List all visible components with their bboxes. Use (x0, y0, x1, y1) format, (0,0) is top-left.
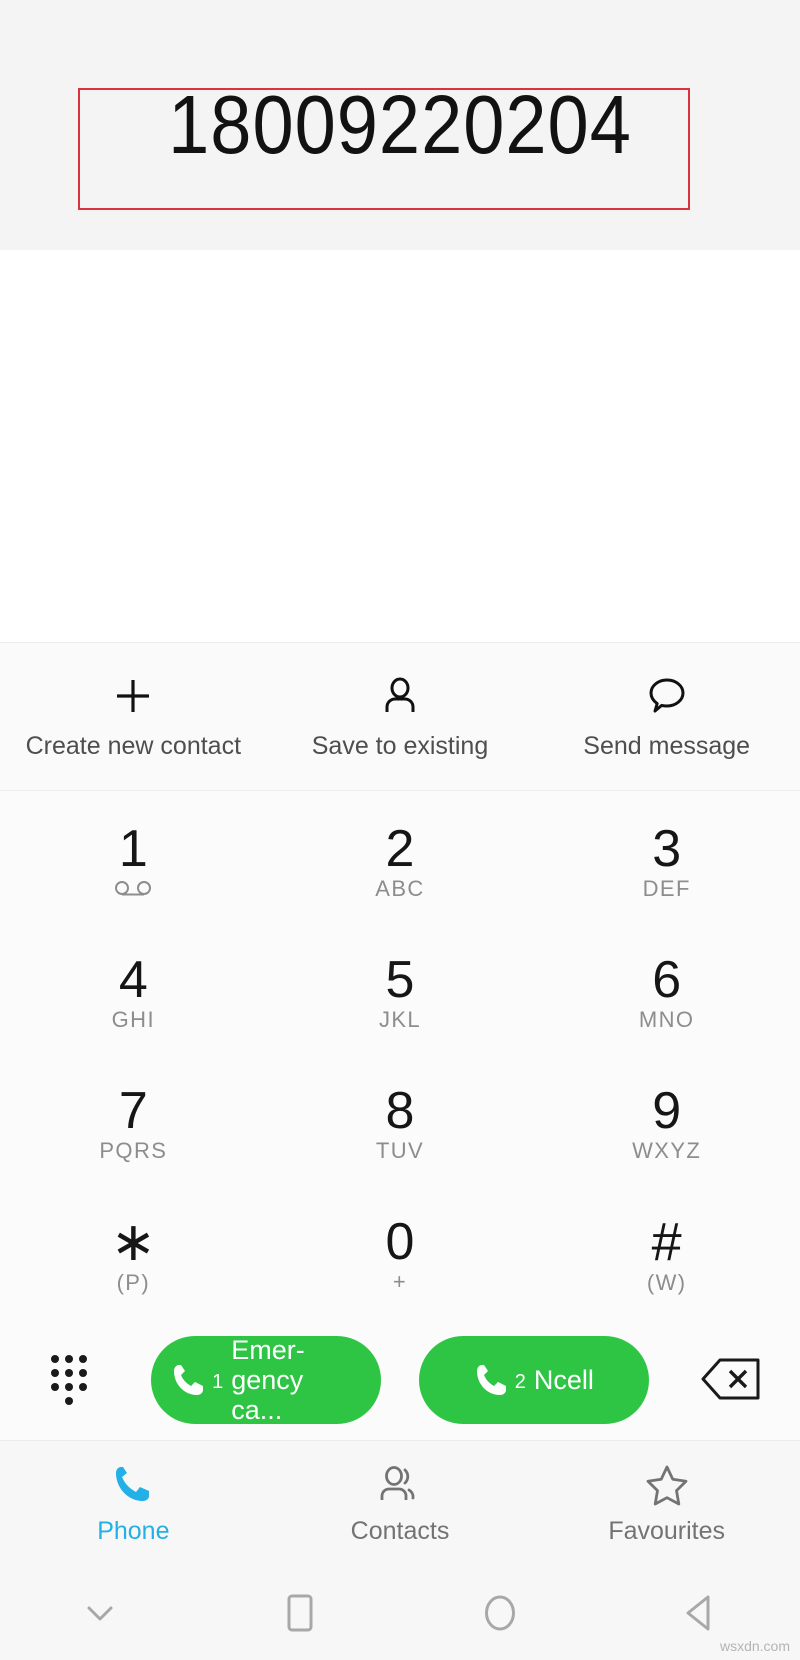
keypad-key-0[interactable]: 0 + (267, 1189, 534, 1320)
keypad-letters: (P) (116, 1269, 151, 1295)
keypad-letters: WXYZ (632, 1137, 702, 1163)
dialed-number: 18009220204 (168, 77, 632, 171)
keypad-key-1[interactable]: 1 (0, 797, 267, 928)
dialer-screen: 18009220204 Create new contact Save to e… (0, 0, 800, 1660)
sim-number-1: 1 (212, 1371, 224, 1393)
call-button-sim2-label: Ncell (533, 1364, 594, 1395)
delete-button[interactable] (688, 1356, 774, 1405)
recents-button[interactable] (200, 1592, 400, 1637)
circle-home-icon (479, 1592, 521, 1637)
bottom-tab-bar: Phone Contacts Favourites (0, 1440, 800, 1568)
phone-handset-icon (475, 1361, 511, 1399)
phone-icon (112, 1463, 154, 1507)
call-button-sim1[interactable]: 1 Emer-gency ca... (150, 1334, 381, 1426)
keypad-digit: 2 (385, 820, 415, 879)
tab-phone-label: Phone (97, 1517, 170, 1545)
keypad-digit: 9 (652, 1081, 682, 1140)
keypad-key-2[interactable]: 2 ABC (267, 797, 534, 928)
keypad-digit: 6 (652, 951, 682, 1010)
keypad-key-3[interactable]: 3 DEF (533, 797, 800, 928)
triangle-back-icon (680, 1592, 720, 1637)
keypad-key-6[interactable]: 6 MNO (533, 928, 800, 1059)
keypad-key-7[interactable]: 7 PQRS (0, 1059, 267, 1190)
keypad-row: ∗ (P) 0 + # (W) (0, 1189, 800, 1320)
keypad-letters: (W) (646, 1269, 687, 1295)
keypad-letters: DEF (642, 876, 691, 902)
keypad-letters: TUV (375, 1137, 425, 1163)
call-button-sim1-label: Emer-gency ca... (231, 1334, 305, 1426)
keypad-digit: ∗ (110, 1211, 156, 1272)
back-button[interactable] (600, 1592, 800, 1637)
sim-number-2: 2 (514, 1371, 526, 1393)
keypad-key-4[interactable]: 4 GHI (0, 928, 267, 1059)
chevron-down-icon (81, 1598, 119, 1631)
keypad-letters: JKL (378, 1007, 422, 1033)
tab-favourites-label: Favourites (608, 1517, 726, 1545)
person-icon (378, 673, 422, 719)
keypad-digit: 5 (385, 951, 415, 1010)
tab-contacts-label: Contacts (350, 1517, 450, 1545)
dialpad-dots-icon (43, 1349, 95, 1412)
dialpad-toggle-button[interactable] (26, 1349, 112, 1412)
keypad-key-hash[interactable]: # (W) (533, 1189, 800, 1320)
dial-keypad: 1 2 ABC 3 DEF 4 GHI 5 JKL 6 MNO 7 PQRS 8… (0, 790, 800, 1320)
star-icon (645, 1463, 689, 1507)
call-action-row: 1 Emer-gency ca... 2 Ncell (0, 1320, 800, 1440)
keypad-key-8[interactable]: 8 TUV (267, 1059, 534, 1190)
keypad-digit: 8 (385, 1081, 415, 1140)
voicemail-icon (113, 877, 153, 901)
keypad-digit: 1 (118, 820, 148, 879)
hide-keyboard-button[interactable] (0, 1598, 200, 1631)
system-navigation-bar: wsxdn.com (0, 1568, 800, 1660)
keypad-digit: 4 (118, 951, 148, 1010)
speech-bubble-icon (645, 673, 689, 719)
plus-icon (111, 673, 155, 719)
phone-handset-icon (172, 1361, 208, 1399)
keypad-letters: GHI (111, 1007, 155, 1033)
keypad-row: 4 GHI 5 JKL 6 MNO (0, 928, 800, 1059)
keypad-letters: PQRS (99, 1137, 168, 1163)
keypad-digit: 7 (118, 1081, 148, 1140)
tab-phone[interactable]: Phone (0, 1463, 267, 1546)
number-display-area[interactable]: 18009220204 (0, 0, 800, 250)
create-new-contact-label: Create new contact (25, 731, 242, 760)
keypad-row: 7 PQRS 8 TUV 9 WXYZ (0, 1059, 800, 1190)
backspace-icon (700, 1356, 762, 1405)
keypad-letters: + (392, 1268, 408, 1294)
save-to-existing-label: Save to existing (311, 731, 489, 760)
tab-favourites[interactable]: Favourites (533, 1463, 800, 1546)
keypad-row: 1 2 ABC 3 DEF (0, 797, 800, 928)
quick-actions-row: Create new contact Save to existing Send… (0, 642, 800, 790)
keypad-digit: # (651, 1211, 682, 1272)
watermark: wsxdn.com (719, 1638, 790, 1654)
square-recents-icon (282, 1592, 318, 1637)
keypad-letters: MNO (638, 1007, 695, 1033)
call-button-sim2[interactable]: 2 Ncell (419, 1336, 650, 1424)
keypad-key-5[interactable]: 5 JKL (267, 928, 534, 1059)
send-message-button[interactable]: Send message (533, 673, 800, 761)
keypad-key-9[interactable]: 9 WXYZ (533, 1059, 800, 1190)
tab-contacts[interactable]: Contacts (267, 1463, 534, 1546)
create-new-contact-button[interactable]: Create new contact (0, 673, 267, 761)
save-to-existing-button[interactable]: Save to existing (267, 673, 534, 761)
home-button[interactable] (400, 1592, 600, 1637)
keypad-key-star[interactable]: ∗ (P) (0, 1189, 267, 1320)
keypad-letters: ABC (375, 876, 425, 902)
send-message-label: Send message (583, 731, 751, 760)
keypad-digit: 3 (652, 820, 682, 879)
keypad-digit: 0 (385, 1212, 415, 1271)
call-log-empty-area (0, 250, 800, 642)
contacts-icon (377, 1463, 423, 1507)
